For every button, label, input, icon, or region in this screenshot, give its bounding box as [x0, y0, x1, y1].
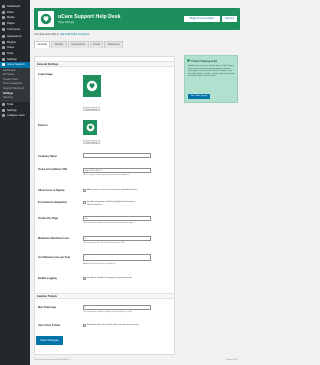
max-ticket-age-description: The maximum number of days of inactivity…: [83, 311, 133, 313]
tab-general[interactable]: General: [34, 41, 51, 48]
tickets-per-page-input[interactable]: 20: [83, 216, 151, 221]
max-ticket-age-input[interactable]: 7: [83, 305, 151, 310]
enable-logging-text: Enable or disable the logging of system …: [87, 277, 133, 279]
admin-sidebar: Dashboard Posts Media Pages Comments App…: [0, 0, 30, 365]
footer-version: Version 4.8.1: [226, 359, 239, 361]
plugin-header-banner: uCare Support Help Desk Page Settings Pl…: [34, 8, 240, 30]
tab-advanced[interactable]: Advanced: [104, 41, 123, 48]
favicon-label: Favicon: [38, 124, 48, 127]
submenu-item-addons[interactable]: Add-Ons: [0, 96, 30, 101]
tos-url-input[interactable]: http://192.168.1.1/: [83, 168, 151, 173]
sidebar-item-label: Pages: [7, 22, 15, 26]
sidebar-item-label: Tools: [7, 102, 14, 106]
page-icon: [2, 22, 5, 26]
help-desk-url-link[interactable]: http://192.168.1.1/support/: [60, 33, 89, 36]
comment-icon: [2, 27, 5, 31]
sidebar-item-label: Posts: [7, 10, 14, 14]
enable-logging-checkbox[interactable]: [83, 277, 86, 280]
plugin-logo: [38, 11, 54, 27]
documentation-button[interactable]: Plugin Documentation: [184, 16, 220, 22]
addons-button[interactable]: Add-ons: [222, 16, 237, 22]
sidebar-item-label: Dashboard: [7, 5, 21, 9]
sidebar-submenu: Dashboard All Tickets Create Ticket Tick…: [0, 67, 30, 102]
tickets-per-page-label: Tickets Per Page: [38, 217, 58, 220]
addon-promo-text: Enable better way to find tickets faster…: [188, 65, 235, 77]
login-image-preview: [83, 75, 101, 97]
list-statuses-label: List Statuses (one per line): [38, 256, 70, 259]
addon-promo-button[interactable]: Get Ticket Paging: [188, 94, 210, 99]
favicon-preview: [83, 120, 97, 135]
settings-tabs: General Display Appearance Email Advance…: [34, 41, 124, 48]
addon-promo-box: Ticket Paging Add Enable better way to f…: [184, 55, 238, 103]
tab-display[interactable]: Display: [51, 41, 67, 48]
tos-url-label: Terms & Conditions URL: [38, 168, 68, 171]
dashboard-icon: [2, 5, 5, 9]
wrench-icon: [2, 102, 5, 106]
tos-url-description: URL to page containing your terms and co…: [83, 174, 130, 176]
sidebar-item-label: Appearance: [7, 35, 22, 39]
select-login-image-button[interactable]: Select Image: [83, 107, 101, 112]
list-statuses-textarea[interactable]: [83, 254, 151, 261]
inactive-tickets-heading: Inactive Tickets: [34, 293, 175, 299]
footer-credit: Thank you for creating with WordPress.: [34, 359, 71, 361]
collapse-icon: [2, 114, 5, 118]
sidebar-item-label: Plugins: [7, 40, 16, 44]
help-desk-url-line: Your help desk URL is: http://192.168.1.…: [34, 33, 89, 36]
tab-email[interactable]: Email: [89, 41, 104, 48]
max-ticket-age-label: Max Ticket Age: [38, 306, 57, 309]
max-attachment-input[interactable]: 2: [83, 236, 151, 241]
auto-close-checkbox[interactable]: [83, 324, 86, 327]
enable-logging-label: Enable Logging: [38, 277, 57, 280]
plugin-icon: [2, 40, 5, 44]
favicon-icon: [86, 123, 94, 132]
sidebar-item-label: Users: [7, 46, 15, 50]
max-attachment-description: The maximum file size for attachments in…: [83, 242, 125, 244]
sidebar-item-label: Settings: [7, 108, 17, 112]
settings-icon: [2, 57, 5, 61]
allow-signup-label: Allow Users to Signup: [38, 189, 65, 192]
settings-icon: [2, 108, 5, 112]
company-name-label: Company Name: [38, 155, 57, 158]
list-statuses-description: Additional ticket statuses (optional): [83, 263, 116, 265]
ecommerce-checkbox[interactable]: [83, 201, 86, 204]
addon-promo-title: Ticket Paging Add: [191, 59, 218, 63]
sidebar-item-label: uCare Support: [7, 63, 25, 67]
auto-close-label: Auto Close Tickets: [38, 324, 61, 327]
help-desk-url-label: Your help desk URL is:: [34, 33, 60, 36]
sidebar-item-label: Collapse menu: [7, 114, 25, 118]
max-attachment-label: Maximum attachment size: [38, 237, 69, 240]
logo-icon: [40, 13, 52, 25]
select-favicon-button[interactable]: Select Image: [83, 140, 101, 145]
sidebar-item-label: Comments: [7, 27, 20, 31]
save-changes-button[interactable]: Save Changes: [36, 336, 63, 345]
sidebar-item-label: Tools: [7, 52, 14, 56]
plugin-title: uCare Support Help Desk: [58, 14, 121, 20]
login-image-label: Login Image: [38, 73, 53, 76]
user-icon: [2, 46, 5, 50]
support-icon: [2, 63, 5, 67]
company-name-input[interactable]: [83, 153, 151, 158]
pin-icon: [2, 10, 5, 14]
tab-appearance[interactable]: Appearance: [67, 41, 89, 48]
allow-signup-checkbox[interactable]: [83, 189, 86, 192]
ucare-logo-icon: [86, 80, 98, 92]
sidebar-item-label: Settings: [7, 57, 17, 61]
sidebar-collapse[interactable]: Collapse menu: [0, 113, 30, 119]
tickets-per-page-description: The maximum number of tickets to be load…: [83, 222, 134, 224]
plugin-subtitle: Page Settings: [58, 21, 75, 24]
sidebar-item-label: Media: [7, 16, 15, 20]
media-icon: [2, 16, 5, 20]
auto-close-text: Automatically close tickets after they b…: [87, 324, 139, 326]
ecommerce-text: Enable integration with Easy Digital Dow…: [87, 201, 136, 206]
allow-signup-text: Allow users to create accounts for submi…: [87, 189, 138, 191]
brush-icon: [2, 35, 5, 39]
wrench-icon: [2, 52, 5, 56]
plugin-icon: [187, 59, 190, 62]
ecommerce-label: E-Commerce Integration: [38, 201, 68, 204]
general-settings-heading: General Settings: [34, 61, 175, 67]
